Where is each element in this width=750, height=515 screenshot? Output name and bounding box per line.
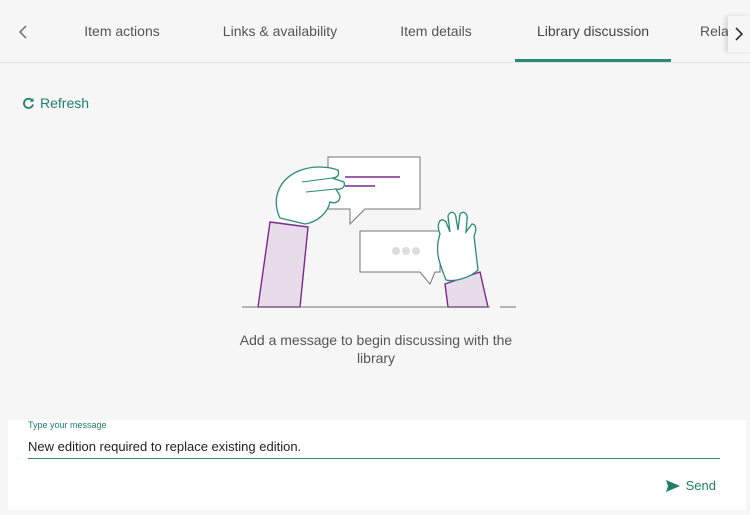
message-composer: Type your message Send <box>8 420 746 510</box>
refresh-icon <box>23 97 34 109</box>
empty-state-message: Add a message to begin discussing with t… <box>239 332 513 366</box>
discussion-illustration <box>242 156 516 308</box>
message-input[interactable] <box>28 435 720 459</box>
chevron-right-icon <box>735 27 744 41</box>
send-button[interactable]: Send <box>665 478 716 493</box>
refresh-button[interactable]: Refresh <box>22 95 89 111</box>
message-field-label: Type your message <box>28 420 107 430</box>
tab-item-details[interactable]: Item details <box>385 0 487 62</box>
chevron-left-icon <box>19 25 27 39</box>
tab-item-actions[interactable]: Item actions <box>72 0 172 62</box>
send-label: Send <box>685 478 716 493</box>
send-icon <box>665 479 680 492</box>
scroll-left-button[interactable] <box>12 20 36 44</box>
scroll-right-button[interactable] <box>728 16 750 52</box>
refresh-label: Refresh <box>40 95 90 111</box>
tab-links-availability[interactable]: Links & availability <box>210 0 350 62</box>
tab-bar: Item actions Links & availability Item d… <box>0 0 750 63</box>
tab-library-discussion[interactable]: Library discussion <box>515 0 671 62</box>
